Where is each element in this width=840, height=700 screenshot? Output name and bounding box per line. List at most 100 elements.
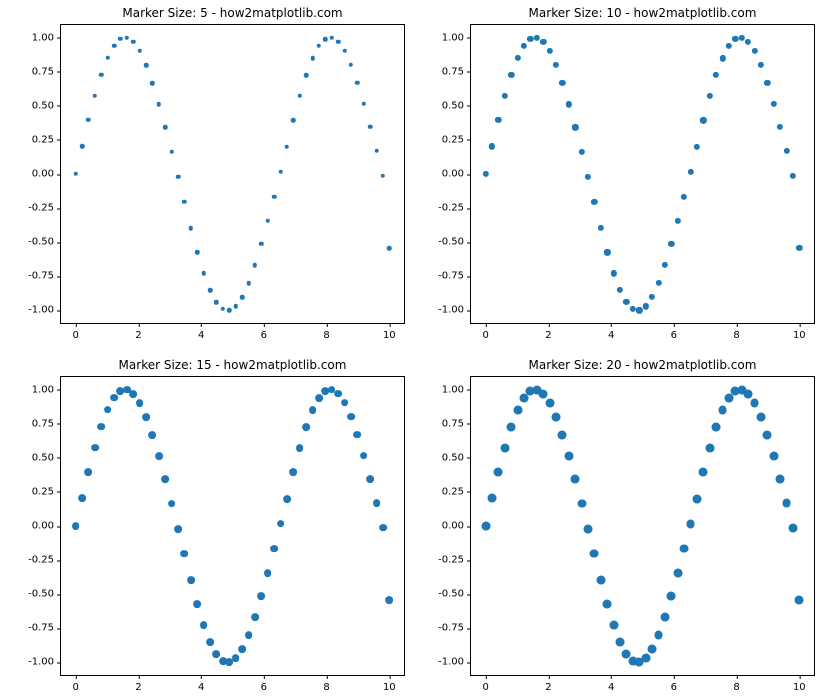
data-point <box>718 406 727 415</box>
data-point <box>270 545 278 553</box>
data-point <box>78 494 86 502</box>
y-tick-label: 0.75 <box>442 418 470 429</box>
y-tick-label: 0.25 <box>442 134 470 145</box>
y-tick-label: 1.00 <box>442 384 470 395</box>
y-tick-label: -0.75 <box>28 271 60 282</box>
data-point <box>347 413 355 421</box>
data-point <box>334 390 342 398</box>
y-tick-label: -0.75 <box>438 623 470 634</box>
data-point <box>596 576 605 585</box>
x-tick-label: 10 <box>383 324 396 341</box>
data-point <box>85 468 93 476</box>
data-point <box>277 520 285 528</box>
data-point <box>782 498 791 507</box>
data-point <box>251 613 259 621</box>
data-point <box>129 390 137 398</box>
data-point <box>699 468 708 477</box>
data-point <box>283 495 291 503</box>
data-point <box>756 412 765 421</box>
y-tick-label: -0.75 <box>28 623 60 634</box>
data-point <box>353 431 361 439</box>
data-point <box>206 638 214 646</box>
y-tick-label: -0.50 <box>28 237 60 248</box>
data-point <box>494 467 503 476</box>
data-point <box>181 550 189 558</box>
data-point <box>513 405 522 414</box>
data-point <box>558 431 567 440</box>
data-point <box>168 500 176 508</box>
data-point <box>692 494 701 503</box>
y-tick-label: 0.50 <box>442 100 470 111</box>
data-point <box>136 399 144 407</box>
data-point <box>341 399 349 407</box>
data-point <box>360 452 368 460</box>
y-tick-label: 0.50 <box>32 100 60 111</box>
data-point <box>571 475 580 484</box>
data-point <box>481 522 490 531</box>
data-point <box>296 444 304 452</box>
data-point <box>641 654 650 663</box>
x-tick-label: 4 <box>198 676 204 693</box>
data-point <box>616 638 625 647</box>
data-point <box>315 394 323 402</box>
axes <box>470 376 815 676</box>
data-point <box>673 568 682 577</box>
y-tick-label: 0.00 <box>32 169 60 180</box>
data-point <box>200 621 208 629</box>
data-point <box>667 591 676 600</box>
data-point <box>385 596 393 604</box>
x-tick-label: 6 <box>261 324 267 341</box>
subplot-0: Marker Size: 5 - how2matplotlib.com-1.00… <box>60 24 405 324</box>
x-tick-label: 10 <box>793 324 806 341</box>
y-tick-label: -0.50 <box>438 237 470 248</box>
data-point <box>545 399 554 408</box>
axes <box>60 24 405 324</box>
data-point <box>161 476 169 484</box>
x-tick-label: 6 <box>671 676 677 693</box>
data-point <box>232 654 240 662</box>
axes <box>60 376 405 676</box>
data-point <box>142 413 150 421</box>
x-tick-label: 10 <box>383 676 396 693</box>
x-tick-label: 2 <box>135 324 141 341</box>
subplot-2: Marker Size: 15 - how2matplotlib.com-1.0… <box>60 376 405 676</box>
y-tick-label: 1.00 <box>442 32 470 43</box>
data-point <box>744 389 753 398</box>
y-tick-label: 0.00 <box>32 521 60 532</box>
chart-title: Marker Size: 20 - how2matplotlib.com <box>470 358 815 372</box>
data-point <box>257 592 265 600</box>
x-tick-label: 2 <box>135 676 141 693</box>
subplot-3: Marker Size: 20 - how2matplotlib.com-1.0… <box>470 376 815 676</box>
data-point <box>648 645 657 654</box>
y-tick-label: 0.75 <box>32 418 60 429</box>
y-tick-label: 0.25 <box>442 486 470 497</box>
x-tick-label: 0 <box>482 324 488 341</box>
y-tick-label: -1.00 <box>28 657 60 668</box>
data-point <box>776 474 785 483</box>
subplot-1: Marker Size: 10 - how2matplotlib.com-1.0… <box>470 24 815 324</box>
y-tick-label: 1.00 <box>32 384 60 395</box>
figure: Marker Size: 5 - how2matplotlib.com-1.00… <box>0 0 840 700</box>
y-tick-label: 0.75 <box>442 66 470 77</box>
x-tick-label: 8 <box>733 676 739 693</box>
data-point <box>795 596 804 605</box>
data-point <box>488 494 497 503</box>
chart-title: Marker Size: 10 - how2matplotlib.com <box>470 6 815 20</box>
y-tick-label: 0.50 <box>442 452 470 463</box>
x-tick-label: 4 <box>608 324 614 341</box>
data-point <box>149 431 157 439</box>
data-point <box>289 468 297 476</box>
data-point <box>245 631 253 639</box>
x-tick-label: 2 <box>545 324 551 341</box>
x-tick-label: 8 <box>323 676 329 693</box>
data-point <box>97 423 105 431</box>
data-point <box>366 475 374 483</box>
y-tick-label: -1.00 <box>438 305 470 316</box>
x-tick-label: 6 <box>261 676 267 693</box>
data-point <box>590 549 599 558</box>
data-point <box>750 398 759 407</box>
data-point <box>712 423 721 432</box>
x-tick-label: 0 <box>72 324 78 341</box>
data-point <box>174 525 182 533</box>
data-point <box>373 499 381 507</box>
